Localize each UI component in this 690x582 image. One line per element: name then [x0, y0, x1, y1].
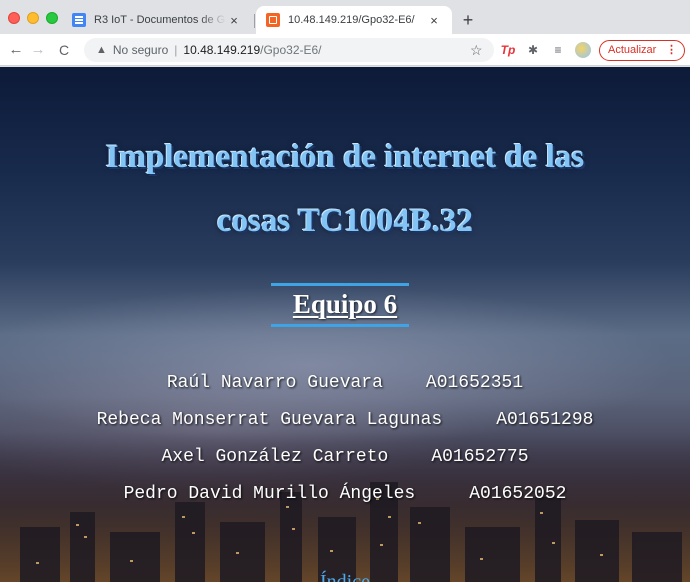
extensions-puzzle-icon[interactable]: ✱	[525, 42, 541, 58]
site-favicon-icon	[266, 13, 280, 27]
address-bar[interactable]: ▲ No seguro | 10.48.149.219 /Gpo32-E6/	[84, 38, 494, 62]
window-close-button[interactable]	[8, 12, 20, 24]
warning-triangle-icon[interactable]: ▲	[96, 44, 107, 56]
menu-dots-icon[interactable]: ⋮	[666, 41, 677, 59]
tab-divider	[254, 14, 255, 28]
team-heading: Equipo 6	[292, 289, 398, 319]
reload-icon[interactable]: C	[54, 40, 74, 60]
index-link[interactable]: Índice	[320, 571, 370, 582]
security-label[interactable]: No seguro	[113, 43, 168, 57]
tab-close-button[interactable]: ×	[426, 13, 442, 28]
team-heading-rule-bottom	[271, 324, 409, 327]
tab-title: 10.48.149.219/Gpo32-E6/	[288, 14, 415, 26]
new-tab-button[interactable]: +	[458, 10, 478, 30]
member-name: Axel González Carreto	[161, 447, 389, 467]
page-viewport: Implementación de internet de las cosas …	[0, 67, 690, 582]
tab-title: R3 IoT - Documentos de Google	[94, 14, 226, 26]
member-row: Rebeca Monserrat Guevara Lagunas A0165129…	[0, 402, 690, 439]
tab-google-docs[interactable]: R3 IoT - Documentos de Google ×	[62, 6, 252, 34]
browser-toolbar: ← → C ▲ No seguro | 10.48.149.219 /Gpo32…	[0, 34, 690, 66]
google-docs-icon	[72, 13, 86, 27]
member-id: A01652351	[425, 373, 524, 393]
update-button[interactable]: Actualizar ⋮	[599, 40, 685, 61]
team-member-list: Raúl Navarro Guevara A01652351 Rebeca Mon…	[0, 365, 690, 513]
update-label: Actualizar	[608, 44, 657, 56]
member-id: A01652052	[469, 484, 567, 504]
page-title: Implementación de internet de las cosas …	[0, 125, 690, 253]
tab-strip: R3 IoT - Documentos de Google × 10.48.14…	[0, 0, 690, 34]
forward-arrow-icon[interactable]: →	[28, 40, 48, 60]
window-minimize-button[interactable]	[27, 12, 39, 24]
url-host: 10.48.149.219	[183, 43, 261, 57]
page-title-line-1: Implementación de internet de las	[105, 139, 585, 175]
reading-list-icon[interactable]: ≡	[550, 42, 566, 58]
back-arrow-icon[interactable]: ←	[6, 40, 26, 60]
member-row: Axel González Carreto A01652775	[0, 439, 690, 476]
member-name: Rebeca Monserrat Guevara Lagunas	[96, 410, 443, 430]
member-name: Pedro David Murillo Ángeles	[123, 484, 416, 504]
page-title-line-2: cosas TC1004B.32	[216, 203, 474, 239]
member-row: Raúl Navarro Guevara A01652351	[0, 365, 690, 402]
bookmark-star-icon[interactable]: ☆	[470, 43, 483, 57]
member-row: Pedro David Murillo Ángeles A01652052	[0, 476, 690, 513]
tab-current-page[interactable]: 10.48.149.219/Gpo32-E6/ ×	[256, 6, 452, 34]
tab-close-button[interactable]: ×	[226, 13, 242, 28]
tp-extension-icon[interactable]: Tp	[500, 42, 516, 58]
team-heading-rule-top	[271, 283, 409, 286]
member-name: Raúl Navarro Guevara	[166, 373, 383, 393]
url-path: /Gpo32-E6/	[260, 43, 322, 57]
member-id: A01651298	[496, 410, 594, 430]
profile-avatar[interactable]	[575, 42, 591, 58]
address-separator: |	[174, 43, 178, 57]
window-zoom-button[interactable]	[46, 12, 58, 24]
member-id: A01652775	[431, 447, 529, 467]
